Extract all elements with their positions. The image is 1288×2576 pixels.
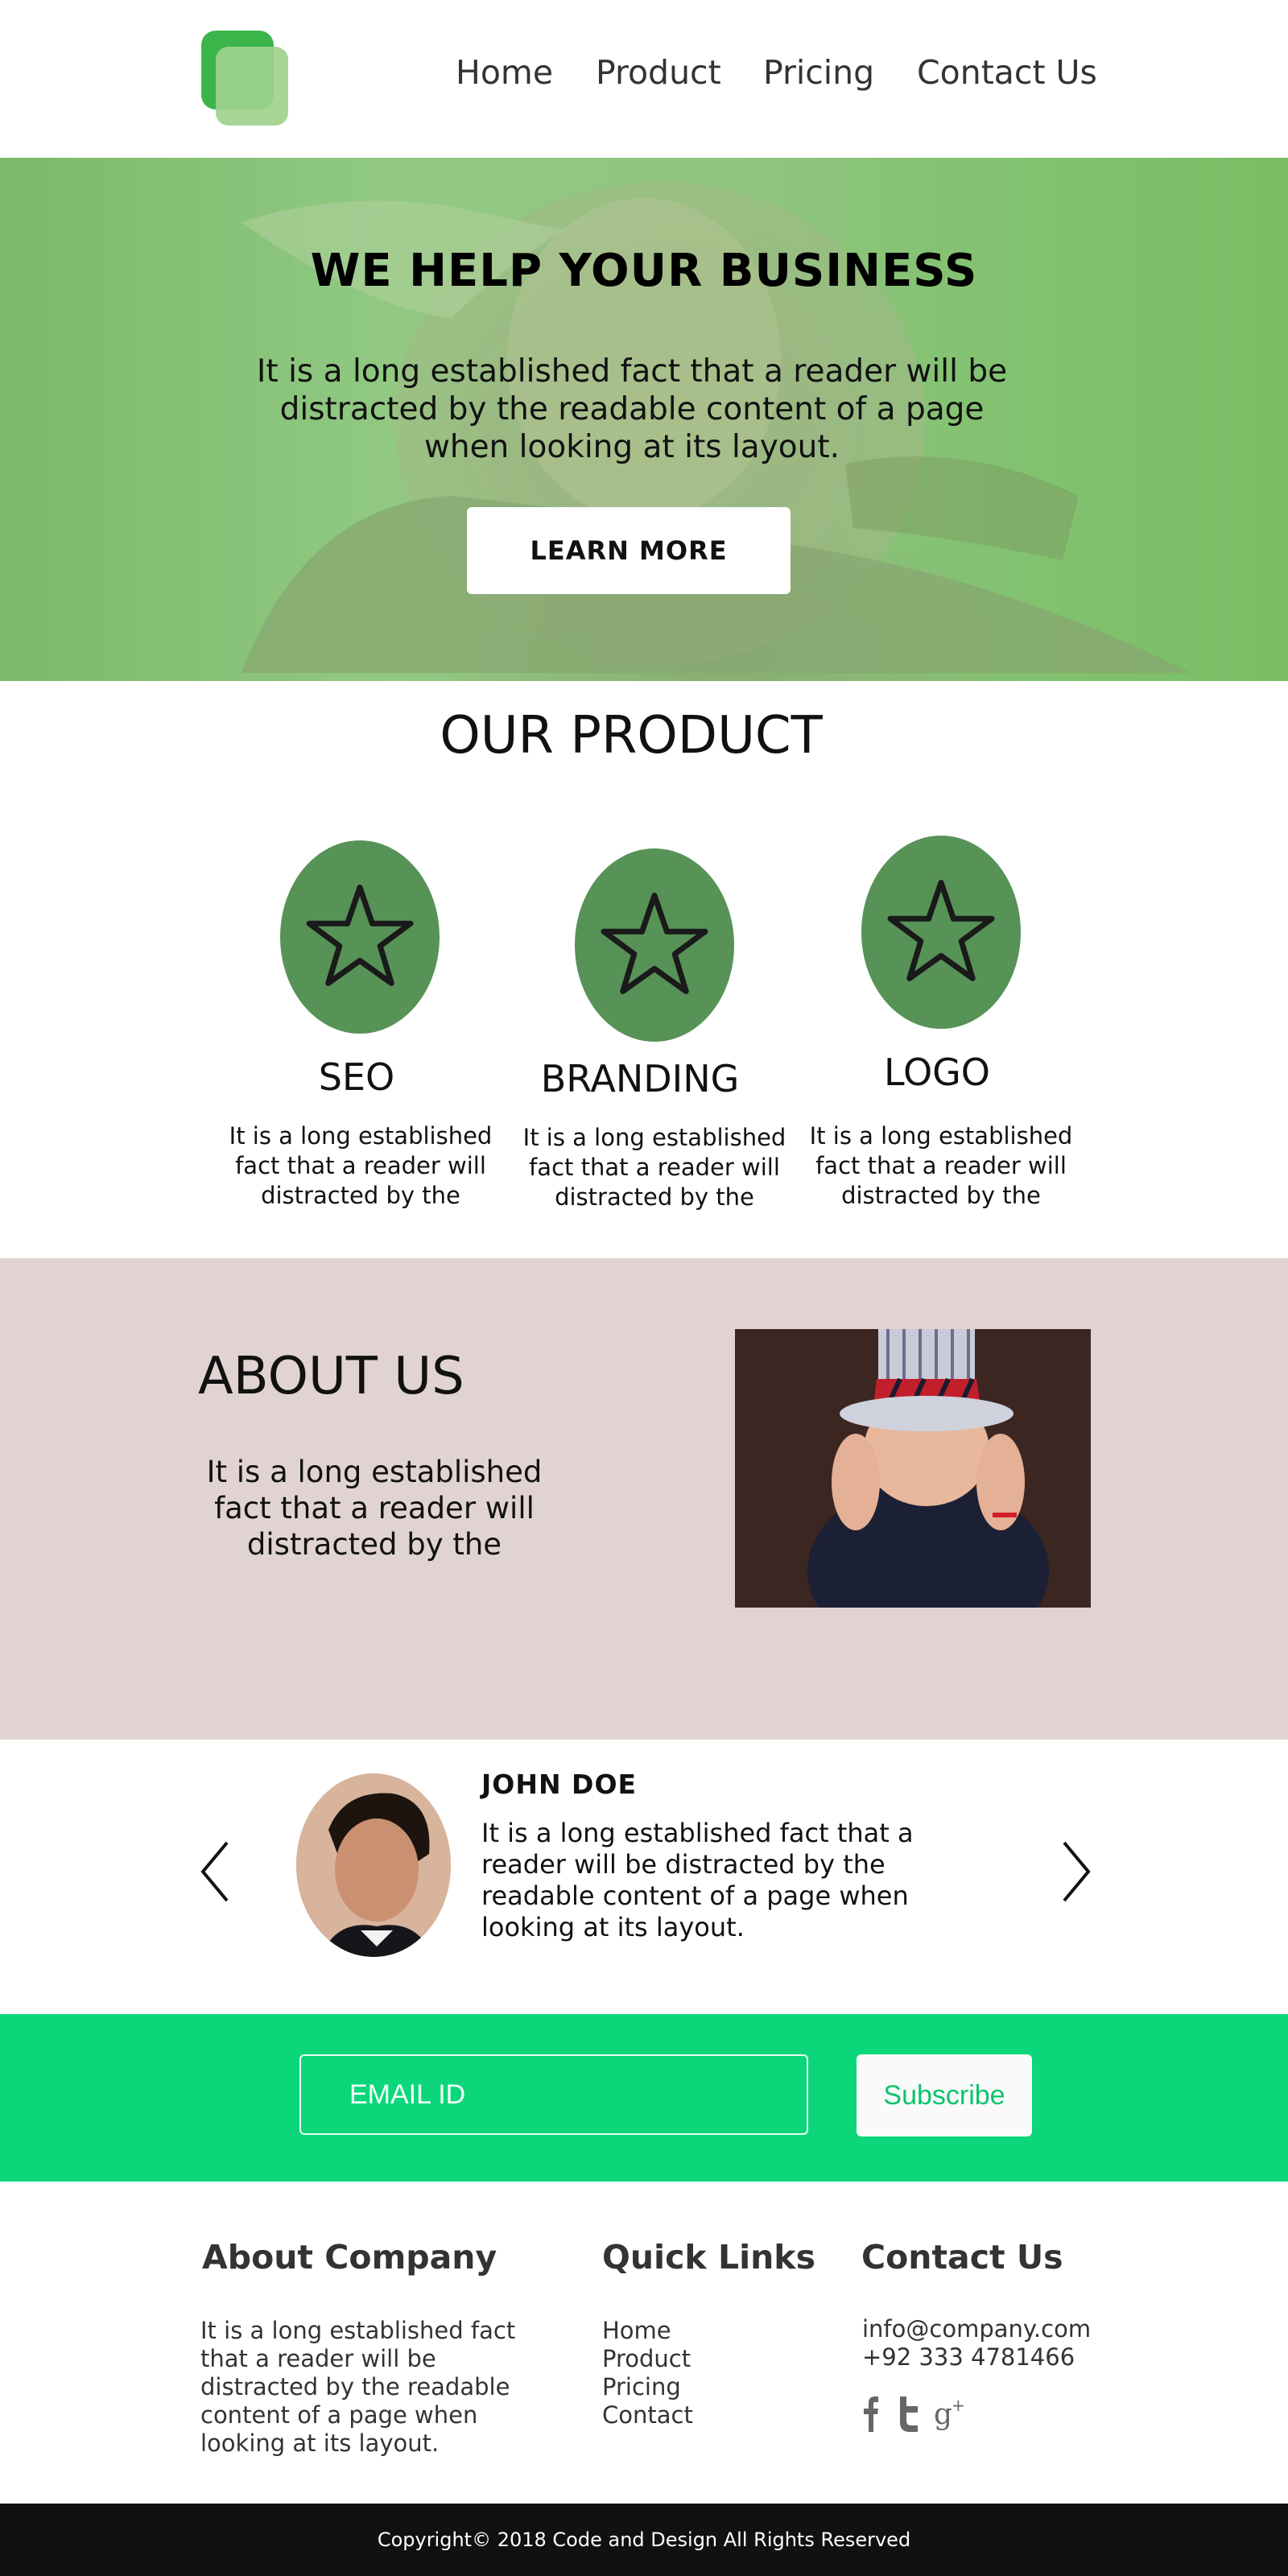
product-text-logo: It is a long established fact that a rea… bbox=[809, 1122, 1073, 1209]
footer-link-product[interactable]: Product bbox=[602, 2345, 693, 2373]
site-header: Home Product Pricing Contact Us bbox=[0, 0, 1288, 158]
product-section-title: OUR PRODUCT bbox=[440, 706, 823, 766]
about-text: It is a long established fact that a rea… bbox=[206, 1455, 543, 1562]
footer-links-list: Home Product Pricing Contact bbox=[602, 2317, 693, 2429]
facebook-icon[interactable] bbox=[861, 2393, 881, 2434]
subscribe-button[interactable]: Subscribe bbox=[857, 2054, 1032, 2136]
subscribe-bar: Subscribe bbox=[0, 2014, 1288, 2182]
nav-contact[interactable]: Contact Us bbox=[917, 53, 1097, 92]
nav-product[interactable]: Product bbox=[596, 53, 721, 92]
logo-overlay bbox=[216, 47, 288, 126]
about-photo-illustration bbox=[735, 1329, 1091, 1608]
footer-link-home[interactable]: Home bbox=[602, 2317, 693, 2345]
previous-arrow-icon[interactable] bbox=[196, 1839, 237, 1904]
twitter-icon[interactable] bbox=[895, 2393, 923, 2434]
product-circle-logo bbox=[861, 836, 1021, 1029]
product-name-branding: BRANDING bbox=[540, 1057, 740, 1100]
product-circle-branding bbox=[575, 848, 734, 1042]
footer-phone: +92 333 4781466 bbox=[862, 2343, 1075, 2371]
product-circle-seo bbox=[280, 840, 440, 1034]
svg-text:g: g bbox=[934, 2398, 952, 2431]
svg-text:+: + bbox=[952, 2396, 965, 2415]
email-input[interactable] bbox=[299, 2054, 808, 2135]
nav-pricing[interactable]: Pricing bbox=[763, 53, 874, 92]
copyright-text: Copyright© 2018 Code and Design All Righ… bbox=[377, 2529, 911, 2551]
footer-link-pricing[interactable]: Pricing bbox=[602, 2373, 693, 2401]
google-plus-icon[interactable]: g + bbox=[934, 2393, 966, 2434]
footer-about-title: About Company bbox=[202, 2238, 497, 2277]
star-icon bbox=[306, 884, 414, 986]
next-arrow-icon[interactable] bbox=[1055, 1839, 1095, 1904]
product-text-branding: It is a long established fact that a rea… bbox=[522, 1124, 786, 1211]
star-icon bbox=[887, 879, 995, 981]
hero-banner: WE HELP YOUR BUSINESS It is a long estab… bbox=[0, 158, 1288, 681]
footer-email[interactable]: info@company.com bbox=[862, 2315, 1091, 2343]
hero-text: It is a long established fact that a rea… bbox=[256, 353, 1008, 465]
product-text-seo: It is a long established fact that a rea… bbox=[229, 1122, 493, 1209]
product-name-seo: SEO bbox=[318, 1055, 395, 1099]
footer-link-contact[interactable]: Contact bbox=[602, 2401, 693, 2429]
nav-home[interactable]: Home bbox=[456, 53, 553, 92]
product-name-logo: LOGO bbox=[883, 1051, 991, 1094]
star-icon bbox=[601, 892, 708, 994]
footer-links-title: Quick Links bbox=[602, 2238, 815, 2277]
about-title: ABOUT US bbox=[198, 1347, 464, 1406]
testimonial-text: It is a long established fact that a rea… bbox=[481, 1818, 914, 1942]
about-section: ABOUT US It is a long established fact t… bbox=[0, 1258, 1288, 1740]
footer-about-text: It is a long established fact that a rea… bbox=[200, 2317, 516, 2457]
footer-contact-title: Contact Us bbox=[861, 2238, 1063, 2277]
testimonial-avatar bbox=[296, 1773, 451, 1957]
hero-title: WE HELP YOUR BUSINESS bbox=[310, 245, 978, 297]
learn-more-button[interactable]: LEARN MORE bbox=[467, 507, 791, 594]
about-photo bbox=[735, 1329, 1091, 1608]
testimonial-name: JOHN DOE bbox=[481, 1769, 638, 1800]
avatar-photo bbox=[296, 1773, 451, 1957]
copyright-bar: Copyright© 2018 Code and Design All Righ… bbox=[0, 2504, 1288, 2576]
